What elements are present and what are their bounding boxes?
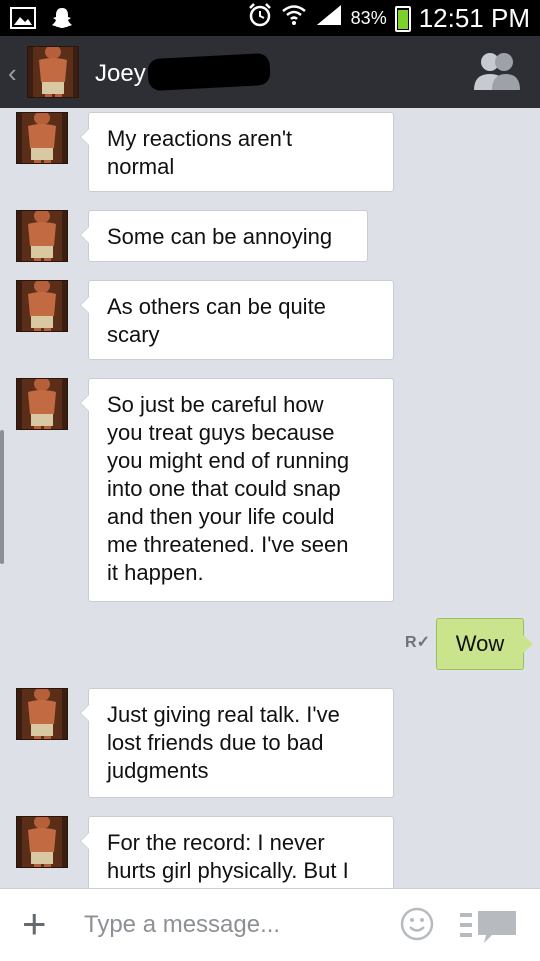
message-line: judgments [107, 758, 209, 783]
sender-avatar[interactable] [16, 688, 68, 740]
plus-icon[interactable]: + [22, 903, 47, 945]
message-line: scary [107, 322, 160, 347]
received-message[interactable]: My reactions aren't normal [80, 112, 394, 192]
message-line: lost friends due to bad [107, 730, 324, 755]
message-line: you might end of running [107, 448, 350, 473]
received-message[interactable]: For the record: I never hurts girl physi… [80, 816, 394, 888]
battery-percent: 83% [350, 8, 387, 28]
signal-icon [315, 3, 343, 34]
alarm-icon [247, 2, 273, 35]
sender-avatar[interactable] [16, 280, 68, 332]
scrollbar[interactable] [0, 430, 4, 564]
read-receipt-icon: R✓ [405, 634, 430, 651]
sender-avatar[interactable] [16, 378, 68, 430]
received-message[interactable]: Just giving real talk. I've lost friends… [80, 688, 394, 798]
received-message[interactable]: So just be careful how you treat guys be… [80, 378, 394, 602]
friends-icon[interactable] [470, 50, 522, 94]
chat-header: ‹ Joey / [0, 36, 540, 108]
contact-avatar[interactable] [27, 46, 79, 98]
message-line: normal [107, 154, 175, 179]
message-line: into one that could snap [107, 476, 341, 501]
message-input[interactable]: Type a message... [84, 911, 280, 939]
message-line: hurts girl physically. But I [107, 858, 349, 883]
back-arrow-icon[interactable]: ‹ [8, 58, 17, 89]
message-line: So just be careful how [107, 392, 324, 417]
message-list[interactable]: My reactions aren't normal Some can be a… [0, 108, 540, 888]
message-line: My reactions aren't [107, 126, 293, 151]
clock: 12:51 PM [418, 3, 530, 33]
message-line: you treat guys because [107, 420, 335, 445]
snapchat-icon [50, 6, 74, 35]
battery-icon [394, 5, 411, 32]
wifi-icon [281, 2, 307, 35]
sender-avatar[interactable] [16, 816, 68, 868]
message-input-bar: + Type a message... [0, 888, 540, 961]
message-line: As others can be quite [107, 294, 326, 319]
status-bar: 83% 12:51 PM [0, 0, 540, 36]
emoji-icon[interactable] [400, 907, 434, 941]
received-message[interactable]: Some can be annoying [80, 210, 368, 262]
message-line: it happen. [107, 560, 204, 585]
message-line: For the record: I never [107, 830, 325, 855]
received-message[interactable]: As others can be quite scary [80, 280, 394, 360]
message-line: Some can be annoying [107, 224, 333, 249]
message-line: me threatened. I've seen [107, 532, 349, 557]
sender-avatar[interactable] [16, 112, 68, 164]
sent-message[interactable]: Wow [436, 618, 533, 670]
message-line: and then your life could [107, 504, 335, 529]
image-icon [10, 7, 36, 34]
redaction-mark [147, 52, 271, 92]
message-line: Just giving real talk. I've [107, 702, 340, 727]
chat-list-icon[interactable] [458, 909, 518, 945]
sender-avatar[interactable] [16, 210, 68, 262]
